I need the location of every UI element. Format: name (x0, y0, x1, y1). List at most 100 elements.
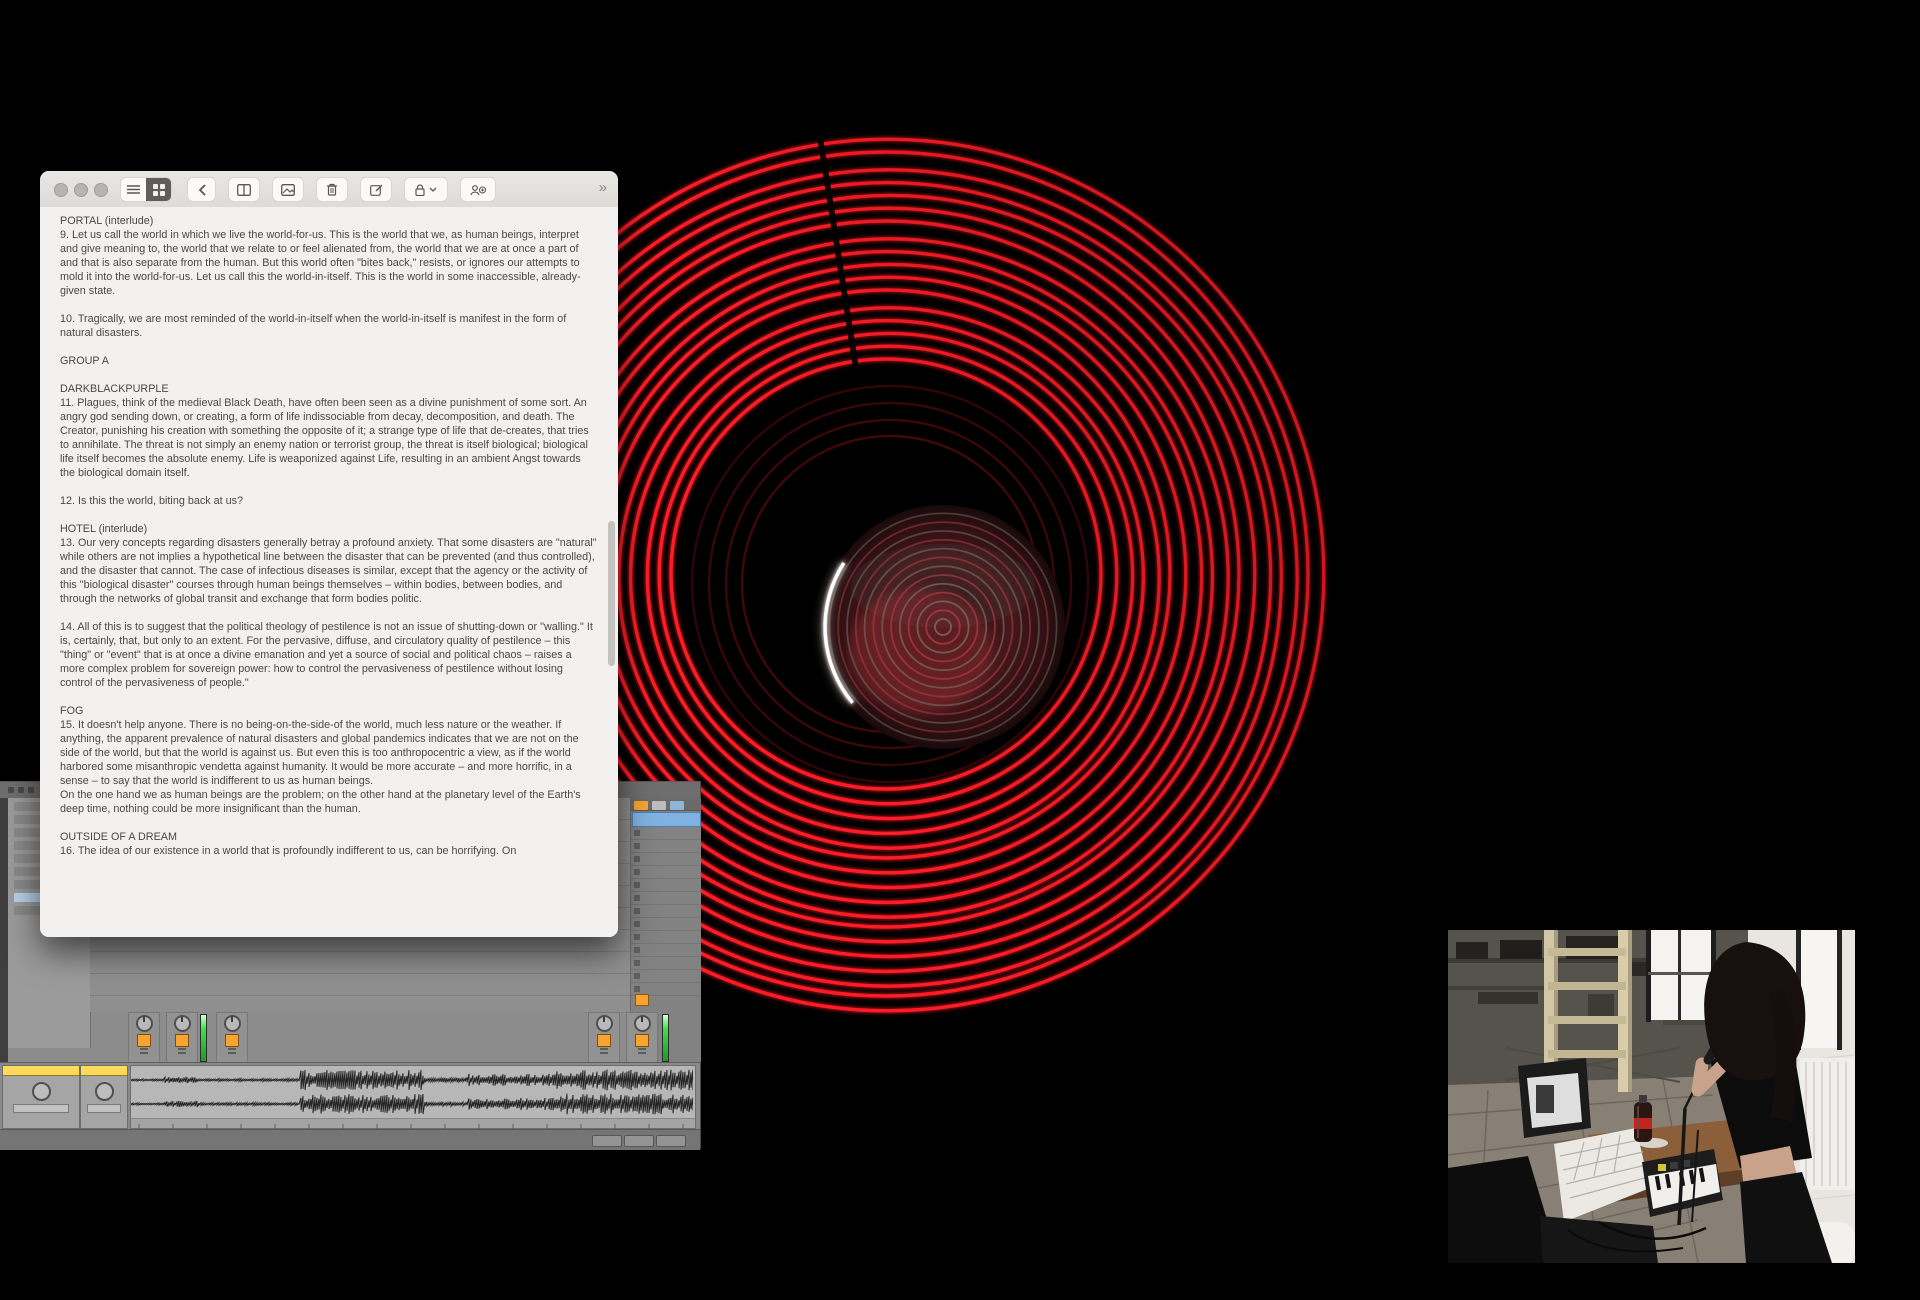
volume-meter (200, 1014, 207, 1062)
chevron-down-icon (429, 187, 437, 192)
clip-slot[interactable] (631, 827, 701, 840)
mixer-strip (588, 1012, 620, 1064)
clip-slot[interactable] (631, 970, 701, 983)
track-activator-button[interactable] (635, 1034, 649, 1047)
pan-knob[interactable] (224, 1015, 241, 1032)
device-value-box[interactable] (13, 1104, 68, 1113)
solo-arm-buttons[interactable] (228, 1048, 236, 1054)
doc-heading: OUTSIDE OF A DREAM (60, 830, 598, 844)
clip-slot[interactable] (631, 957, 701, 970)
solo-arm-buttons[interactable] (178, 1048, 186, 1054)
clip-slot[interactable] (631, 905, 701, 918)
doc-paragraph: 14. All of this is to suggest that the p… (60, 620, 598, 690)
table-button[interactable] (228, 177, 260, 202)
list-view-icon (127, 184, 140, 195)
status-progress-box[interactable] (656, 1135, 686, 1147)
back-button[interactable] (187, 177, 216, 202)
daw-detail-view (0, 1062, 700, 1130)
master-volume-meter (662, 1014, 669, 1062)
mixer-strip (166, 1012, 198, 1064)
trash-icon (326, 183, 338, 196)
notes-titlebar[interactable]: » (40, 171, 618, 208)
clip-slot[interactable] (631, 866, 701, 879)
doc-heading: FOG (60, 704, 598, 718)
device-knob[interactable] (32, 1082, 51, 1101)
beat-ruler[interactable] (131, 1118, 695, 1128)
device-title-bar[interactable] (3, 1066, 79, 1076)
doc-heading: DARKBLACKPURPLE (60, 382, 598, 396)
mixer-strip (216, 1012, 248, 1064)
media-button[interactable] (272, 177, 304, 202)
clip-slot[interactable] (631, 853, 701, 866)
zoom-button[interactable] (94, 183, 108, 197)
track-activator-button[interactable] (597, 1034, 611, 1047)
inner-disc (777, 461, 1109, 793)
scrollbar-thumb[interactable] (608, 521, 615, 666)
device-value-box[interactable] (87, 1104, 121, 1113)
table-icon (237, 184, 251, 196)
view-toggle (120, 177, 172, 202)
clip-slot[interactable] (631, 879, 701, 892)
clip-slot[interactable] (631, 944, 701, 957)
clip-slot[interactable] (631, 840, 701, 853)
solo-arm-buttons[interactable] (638, 1048, 646, 1054)
lock-button[interactable] (404, 177, 448, 202)
clip-chip-orange[interactable] (634, 801, 648, 810)
clip-chip-blue[interactable] (670, 801, 684, 810)
clip-slot[interactable] (631, 918, 701, 931)
notes-window: » PORTAL (interlude) 9. Let us call the … (40, 171, 618, 937)
device-knob[interactable] (95, 1082, 114, 1101)
media-icon (281, 184, 295, 196)
daw-track-header[interactable] (631, 798, 701, 811)
daw-status-bar (0, 1129, 700, 1150)
device-panel[interactable] (80, 1065, 128, 1129)
gallery-view-button[interactable] (146, 178, 171, 201)
pan-knob[interactable] (596, 1015, 613, 1032)
clip-orange[interactable] (635, 994, 649, 1006)
overflow-chevrons[interactable]: » (599, 179, 606, 196)
pan-knob[interactable] (634, 1015, 651, 1032)
mixer-strip (626, 1012, 658, 1064)
compose-icon (370, 183, 383, 196)
webcam-feed (1448, 930, 1855, 1263)
doc-heading: HOTEL (interlude) (60, 522, 598, 536)
clip-chip-gray[interactable] (652, 801, 666, 810)
note-body[interactable]: PORTAL (interlude) 9. Let us call the wo… (40, 207, 618, 937)
doc-paragraph: On the one hand we as human beings are t… (60, 788, 598, 816)
track-activator-button[interactable] (137, 1034, 151, 1047)
clip-blue[interactable] (632, 812, 701, 827)
pan-knob[interactable] (136, 1015, 153, 1032)
doc-paragraph: 15. It doesn't help anyone. There is no … (60, 718, 598, 788)
trash-button[interactable] (316, 177, 348, 202)
daw-window-button[interactable] (8, 787, 14, 793)
doc-heading: PORTAL (interlude) (60, 214, 598, 228)
track-activator-button[interactable] (175, 1034, 189, 1047)
device-title-bar[interactable] (81, 1066, 127, 1076)
doc-heading: GROUP A (60, 354, 598, 368)
gallery-view-icon (153, 184, 165, 196)
mixer-strip (128, 1012, 160, 1064)
compose-button[interactable] (360, 177, 392, 202)
status-progress-box[interactable] (592, 1135, 622, 1147)
pan-knob[interactable] (174, 1015, 191, 1032)
clip-slot[interactable] (631, 892, 701, 905)
minimize-button[interactable] (74, 183, 88, 197)
collaborate-button[interactable] (460, 177, 496, 202)
lock-icon (415, 184, 425, 196)
daw-window-button[interactable] (18, 787, 24, 793)
solo-arm-buttons[interactable] (140, 1048, 148, 1054)
collaborate-icon (470, 184, 486, 196)
close-button[interactable] (54, 183, 68, 197)
solo-arm-buttons[interactable] (600, 1048, 608, 1054)
doc-paragraph: 11. Plagues, think of the medieval Black… (60, 396, 598, 480)
device-panel[interactable] (2, 1065, 80, 1129)
daw-window-button[interactable] (28, 787, 34, 793)
clip-slot[interactable] (631, 931, 701, 944)
track-activator-button[interactable] (225, 1034, 239, 1047)
doc-paragraph: 10. Tragically, we are most reminded of … (60, 312, 598, 340)
doc-paragraph: 13. Our very concepts regarding disaster… (60, 536, 598, 606)
waveform-display[interactable] (130, 1065, 696, 1129)
list-view-button[interactable] (121, 178, 146, 201)
status-progress-box[interactable] (624, 1135, 654, 1147)
doc-paragraph: 16. The idea of our existence in a world… (60, 844, 598, 858)
